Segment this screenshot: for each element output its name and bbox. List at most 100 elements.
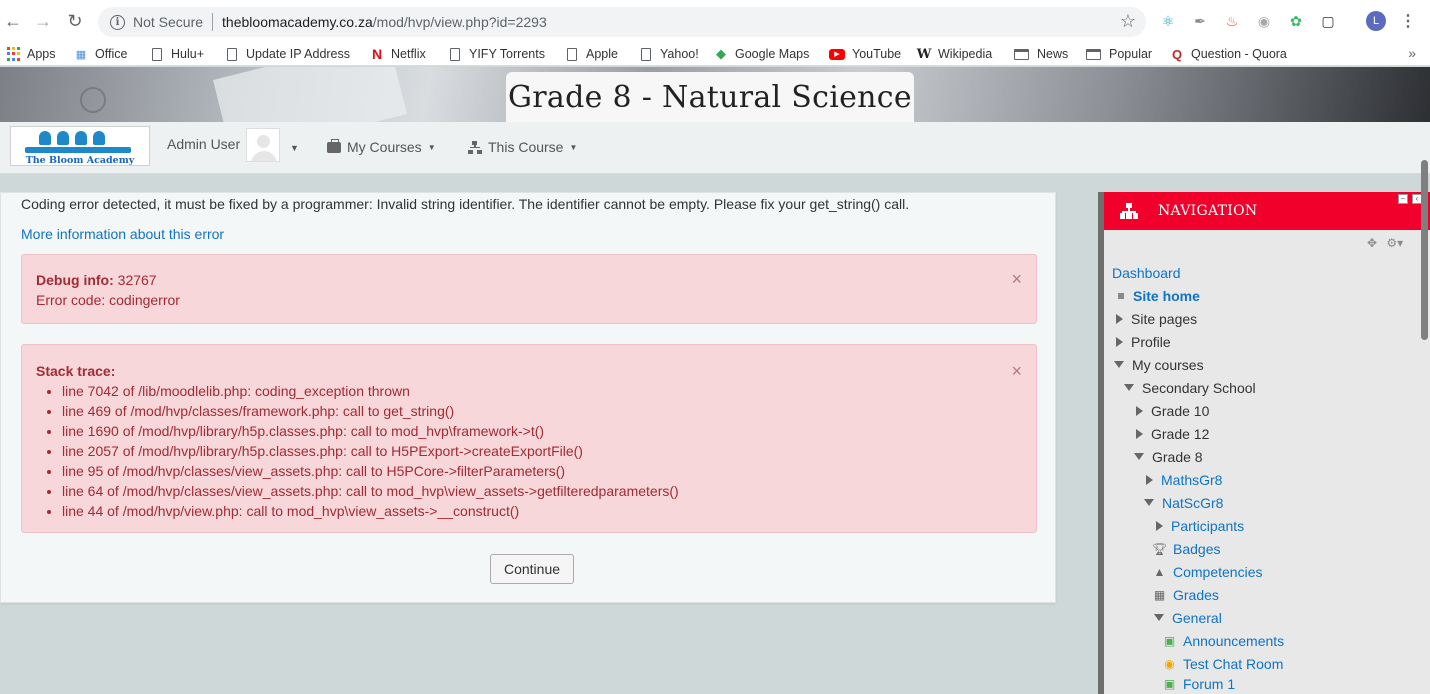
- page-scrollbar[interactable]: [1421, 160, 1428, 340]
- address-bar[interactable]: i Not Secure thebloomacademy.co.za/mod/h…: [98, 7, 1146, 37]
- url-host: thebloomacademy.co.za: [222, 14, 373, 30]
- extension-react-icon[interactable]: ⚛: [1158, 11, 1178, 31]
- nav-item-mathsgr8[interactable]: MathsGr8: [1146, 468, 1222, 491]
- expand-arrow-icon: [1116, 313, 1123, 324]
- nav-item-profile[interactable]: Profile: [1116, 330, 1171, 353]
- gear-icon[interactable]: ⚙▾: [1386, 236, 1403, 250]
- trace-line: line 469 of /mod/hvp/classes/framework.p…: [62, 401, 1022, 421]
- collapse-arrow-icon: [1134, 453, 1144, 460]
- nav-item-forum-1[interactable]: ▣ Forum 1: [1162, 675, 1235, 693]
- this-course-menu[interactable]: This Course ▼: [468, 139, 577, 155]
- nav-item-natscgr8[interactable]: NatScGr8: [1144, 491, 1223, 514]
- close-icon[interactable]: ×: [1011, 269, 1022, 290]
- user-menu[interactable]: Admin User: [167, 136, 240, 152]
- collapse-arrow-icon: [1144, 499, 1154, 506]
- nav-item-site-pages[interactable]: Site pages: [1116, 307, 1197, 330]
- not-secure-label: Not Secure: [133, 14, 204, 30]
- sitemap-icon: [468, 140, 482, 154]
- youtube-icon: ▶: [829, 48, 845, 60]
- trace-line: line 44 of /mod/hvp/view.php: call to mo…: [62, 501, 1022, 521]
- nav-item-grade-10[interactable]: Grade 10: [1136, 399, 1209, 422]
- bookmark-apple[interactable]: Apple: [565, 42, 618, 66]
- extension-cube-icon[interactable]: ▢: [1318, 11, 1338, 31]
- profile-avatar[interactable]: L: [1366, 11, 1386, 31]
- nav-item-secondary-school[interactable]: Secondary School: [1124, 376, 1256, 399]
- extension-ghost-icon[interactable]: ◉: [1254, 11, 1274, 31]
- back-arrow-icon: ←: [4, 10, 22, 31]
- nav-item-general[interactable]: General: [1154, 606, 1222, 629]
- chevron-down-icon: ▼: [569, 142, 578, 152]
- nav-item-label: Secondary School: [1142, 379, 1256, 396]
- bookmark-update-ip[interactable]: Update IP Address: [225, 42, 350, 66]
- bookmark-popular[interactable]: Popular: [1085, 42, 1152, 66]
- close-icon[interactable]: ×: [1011, 361, 1022, 382]
- bookmark-youtube[interactable]: ▶ YouTube: [829, 42, 901, 66]
- nav-item-test-chat-room[interactable]: ◉ Test Chat Room: [1162, 652, 1283, 675]
- more-info-link[interactable]: More information about this error: [21, 226, 224, 242]
- bookmark-news[interactable]: News: [1013, 42, 1068, 66]
- user-avatar[interactable]: [246, 128, 280, 162]
- nav-item-label: MathsGr8: [1161, 471, 1223, 488]
- nav-item-dashboard[interactable]: Dashboard: [1112, 261, 1181, 284]
- forward-button[interactable]: →: [30, 8, 56, 34]
- bookmark-office[interactable]: ▦ Office: [74, 42, 128, 66]
- bookmark-yahoo[interactable]: Yahoo!: [639, 42, 699, 66]
- bookmark-label: Question - Quora: [1191, 47, 1287, 61]
- stack-trace-list: line 7042 of /lib/moodlelib.php: coding_…: [62, 381, 1022, 521]
- bookmark-apps[interactable]: Apps: [6, 42, 56, 66]
- bookmark-label: Update IP Address: [246, 47, 351, 61]
- wikipedia-icon: W: [916, 46, 932, 62]
- bookmark-label: Netflix: [391, 47, 426, 61]
- user-menu-caret-icon[interactable]: ▼: [290, 143, 299, 153]
- site-logo[interactable]: The Bloom Academy: [10, 126, 150, 166]
- chat-icon: ◉: [1164, 656, 1175, 671]
- competency-icon: ▲: [1153, 564, 1166, 579]
- bookmarks-overflow-icon[interactable]: »: [1408, 45, 1416, 61]
- extension-fire-icon[interactable]: ♨: [1222, 11, 1242, 31]
- site-navbar: The Bloom Academy Admin User ▼ My Course…: [0, 122, 1430, 174]
- minimize-block-icon[interactable]: –: [1398, 194, 1408, 204]
- extension-eyedropper-icon[interactable]: ✒: [1190, 11, 1210, 31]
- continue-button[interactable]: Continue: [490, 554, 574, 584]
- stack-trace-label: Stack trace:: [36, 363, 116, 379]
- reload-button[interactable]: ↻: [62, 8, 88, 34]
- back-button[interactable]: ←: [0, 8, 26, 34]
- chevron-down-icon: ▼: [427, 142, 436, 152]
- info-icon[interactable]: i: [110, 14, 125, 30]
- nav-item-competencies[interactable]: ▲ Competencies: [1152, 560, 1263, 583]
- browser-toolbar: ← → ↻ i Not Secure thebloomacademy.co.za…: [0, 0, 1430, 42]
- google-maps-icon: ◆: [716, 46, 726, 61]
- bookmark-quora[interactable]: Q Question - Quora: [1170, 42, 1287, 66]
- nav-item-label: Profile: [1131, 333, 1171, 350]
- bookmark-label: Office: [95, 47, 128, 61]
- nav-item-badges[interactable]: 🏆︎ Badges: [1152, 537, 1221, 560]
- trace-line: line 95 of /mod/hvp/classes/view_assets.…: [62, 461, 1022, 481]
- error-message: Coding error detected, it must be fixed …: [21, 196, 910, 212]
- netflix-icon: N: [371, 46, 383, 62]
- nav-item-participants[interactable]: Participants: [1156, 514, 1244, 537]
- logo-graphic: [39, 131, 105, 145]
- browser-menu-icon[interactable]: ⋮: [1398, 11, 1418, 31]
- my-courses-menu[interactable]: My Courses ▼: [327, 138, 436, 155]
- expand-arrow-icon: [1136, 405, 1143, 416]
- nav-item-site-home[interactable]: Site home: [1116, 284, 1200, 307]
- bookmark-wikipedia[interactable]: W Wikipedia: [917, 42, 992, 66]
- bookmark-hulu[interactable]: Hulu+: [150, 42, 204, 66]
- nav-item-label: Site home: [1133, 287, 1200, 304]
- trace-line: line 2057 of /mod/hvp/library/h5p.classe…: [62, 441, 1022, 461]
- nav-item-grade-12[interactable]: Grade 12: [1136, 422, 1209, 445]
- bookmark-google-maps[interactable]: ◆ Google Maps: [714, 42, 809, 66]
- nav-item-grades[interactable]: ▦ Grades: [1152, 583, 1219, 606]
- nav-item-grade-8[interactable]: Grade 8: [1134, 445, 1203, 468]
- extension-evernote-icon[interactable]: ✿: [1286, 11, 1306, 31]
- bookmark-star-icon[interactable]: ☆: [1120, 11, 1136, 32]
- course-title: Grade 8 - Natural Science: [508, 79, 912, 115]
- bookmark-netflix[interactable]: N Netflix: [370, 42, 426, 66]
- block-actions: ✥ ⚙▾: [1367, 236, 1403, 250]
- nav-item-announcements[interactable]: ▣ Announcements: [1162, 629, 1284, 652]
- move-icon[interactable]: ✥: [1367, 236, 1377, 250]
- nav-item-my-courses[interactable]: My courses: [1114, 353, 1204, 376]
- this-course-label: This Course: [488, 139, 564, 155]
- banner-decoration: [212, 67, 408, 122]
- bookmark-yify[interactable]: YIFY Torrents: [448, 42, 545, 66]
